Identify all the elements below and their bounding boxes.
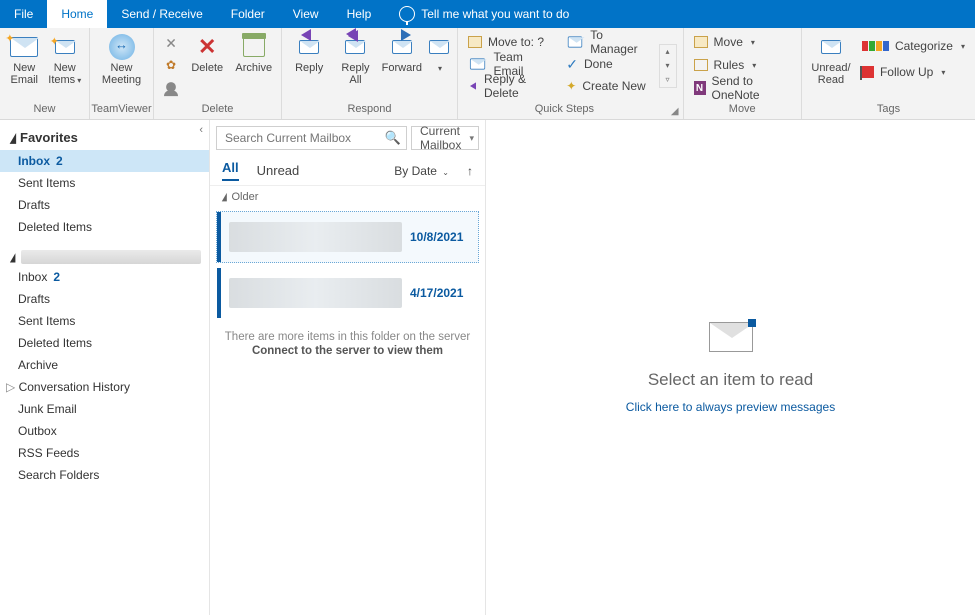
tab-folder[interactable]: Folder bbox=[217, 0, 279, 28]
favorites-header[interactable]: ◢Favorites bbox=[0, 126, 209, 150]
tell-me-input[interactable]: Tell me what you want to do bbox=[421, 7, 569, 21]
group-move: Move▾ Rules▾ NSend to OneNote Move bbox=[684, 28, 802, 119]
message-list-pane: 🔍 Current Mailbox All Unread By Date ⌄ ↑… bbox=[210, 120, 486, 615]
archive-button[interactable]: Archive bbox=[233, 32, 276, 74]
fav-inbox[interactable]: Inbox2 bbox=[0, 150, 209, 172]
fav-drafts[interactable]: Drafts bbox=[0, 194, 209, 216]
lightbulb-icon bbox=[399, 6, 415, 22]
qs-gallery-scroll[interactable]: ▴▾▿ bbox=[659, 44, 677, 88]
folder-drafts[interactable]: Drafts bbox=[0, 288, 209, 310]
folder-deleted-items[interactable]: Deleted Items bbox=[0, 332, 209, 354]
unread-read-button[interactable]: Unread/ Read bbox=[808, 32, 854, 86]
search-input[interactable] bbox=[216, 126, 407, 150]
folder-rss-feeds[interactable]: RSS Feeds bbox=[0, 442, 209, 464]
group-new: ✦ New Email ✦ New Items▾ New bbox=[0, 28, 90, 119]
ribbon-tabbar: File Home Send / Receive Folder View Hel… bbox=[0, 0, 975, 28]
search-scope-dropdown[interactable]: Current Mailbox bbox=[411, 126, 479, 150]
categorize-button[interactable]: Categorize▾ bbox=[858, 36, 969, 56]
group-label: Tags bbox=[802, 103, 975, 119]
qs-move-to[interactable]: Move to: ? bbox=[464, 32, 558, 52]
account-header[interactable]: ◢ bbox=[8, 250, 201, 264]
delete-button[interactable]: ✕ Delete bbox=[186, 32, 229, 74]
main-area: ‹ ◢Favorites Inbox2Sent ItemsDraftsDelet… bbox=[0, 120, 975, 615]
group-label: Respond bbox=[282, 103, 457, 119]
tab-help[interactable]: Help bbox=[333, 0, 386, 28]
folder-inbox[interactable]: Inbox2 bbox=[0, 266, 209, 288]
group-label: New bbox=[0, 103, 89, 119]
group-label: TeamViewer bbox=[90, 103, 153, 119]
folder-conversation-history[interactable]: ▷ Conversation History bbox=[0, 376, 209, 398]
flag-icon bbox=[862, 66, 874, 78]
cleanup-button[interactable]: ✿ bbox=[160, 56, 182, 74]
folder-outbox[interactable]: Outbox bbox=[0, 420, 209, 442]
group-label: Delete bbox=[154, 103, 281, 119]
qs-team-email[interactable]: Team Email bbox=[464, 54, 558, 74]
qs-dialog-launcher[interactable]: ◢ bbox=[671, 106, 679, 117]
always-preview-link[interactable]: Click here to always preview messages bbox=[626, 400, 835, 414]
group-delete: 🗙 ✿ ✕ Delete Archive Delete bbox=[154, 28, 282, 119]
group-header-older[interactable]: ◢Older bbox=[210, 185, 485, 207]
reading-pane: Select an item to read Click here to alw… bbox=[486, 120, 975, 615]
message-item[interactable]: 10/8/2021 bbox=[216, 211, 479, 263]
folder-sent-items[interactable]: Sent Items bbox=[0, 310, 209, 332]
qs-reply-delete[interactable]: Reply & Delete bbox=[464, 76, 558, 96]
send-to-onenote-button[interactable]: NSend to OneNote bbox=[690, 78, 795, 98]
teamviewer-icon bbox=[109, 34, 135, 60]
ignore-button[interactable]: 🗙 bbox=[160, 34, 182, 52]
filter-all[interactable]: All bbox=[222, 160, 239, 181]
new-email-button[interactable]: ✦ New Email bbox=[6, 32, 43, 86]
envelope-icon bbox=[709, 322, 753, 352]
forward-button[interactable]: Forward bbox=[381, 32, 423, 74]
tab-send-receive[interactable]: Send / Receive bbox=[107, 0, 216, 28]
follow-up-button[interactable]: Follow Up▾ bbox=[858, 62, 969, 82]
group-respond: Reply Reply All Forward ▾ Respond bbox=[282, 28, 458, 119]
fav-sent-items[interactable]: Sent Items bbox=[0, 172, 209, 194]
rules-button[interactable]: Rules▾ bbox=[690, 55, 795, 75]
tab-home[interactable]: Home bbox=[47, 0, 107, 28]
qs-to-manager[interactable]: To Manager bbox=[562, 32, 650, 52]
group-teamviewer: New Meeting TeamViewer bbox=[90, 28, 154, 119]
reply-button[interactable]: Reply bbox=[288, 32, 330, 74]
group-label: Move bbox=[684, 103, 801, 119]
tab-view[interactable]: View bbox=[279, 0, 333, 28]
folder-nav: ‹ ◢Favorites Inbox2Sent ItemsDraftsDelet… bbox=[0, 120, 210, 615]
fav-deleted-items[interactable]: Deleted Items bbox=[0, 216, 209, 238]
delete-x-icon: ✕ bbox=[198, 36, 216, 58]
reply-all-button[interactable]: Reply All bbox=[334, 32, 376, 86]
search-icon[interactable]: 🔍 bbox=[385, 130, 401, 146]
collapse-nav-button[interactable]: ‹ bbox=[199, 124, 203, 136]
ribbon: ✦ New Email ✦ New Items▾ New New Meeting… bbox=[0, 28, 975, 120]
folder-junk-email[interactable]: Junk Email bbox=[0, 398, 209, 420]
folder-search-folders[interactable]: Search Folders bbox=[0, 464, 209, 486]
new-meeting-button[interactable]: New Meeting bbox=[96, 32, 147, 86]
connect-server-notice: Connect to the server to view them bbox=[210, 345, 485, 365]
message-item[interactable]: 4/17/2021 bbox=[216, 267, 479, 319]
qs-create-new[interactable]: ✦Create New bbox=[562, 76, 650, 96]
categorize-icon bbox=[862, 41, 889, 51]
group-label: Quick Steps bbox=[458, 103, 671, 119]
qs-done[interactable]: ✓Done bbox=[562, 54, 650, 74]
sort-direction-button[interactable]: ↑ bbox=[467, 164, 473, 178]
group-quick-steps: Move to: ? Team Email Reply & Delete To … bbox=[458, 28, 684, 119]
sort-by-button[interactable]: By Date ⌄ bbox=[394, 164, 449, 178]
onenote-icon: N bbox=[694, 81, 706, 95]
new-items-button[interactable]: ✦ New Items▾ bbox=[47, 32, 84, 87]
reading-pane-title: Select an item to read bbox=[648, 370, 813, 390]
filter-unread[interactable]: Unread bbox=[257, 163, 300, 178]
move-button[interactable]: Move▾ bbox=[690, 32, 795, 52]
more-items-notice: There are more items in this folder on t… bbox=[210, 323, 485, 345]
group-tags: Unread/ Read Categorize▾ Follow Up▾ Tags bbox=[802, 28, 975, 119]
tab-file[interactable]: File bbox=[0, 0, 47, 28]
more-respond-button[interactable]: ▾ bbox=[427, 32, 451, 75]
folder-archive[interactable]: Archive bbox=[0, 354, 209, 376]
junk-button[interactable] bbox=[160, 78, 182, 96]
archive-box-icon bbox=[243, 37, 265, 57]
